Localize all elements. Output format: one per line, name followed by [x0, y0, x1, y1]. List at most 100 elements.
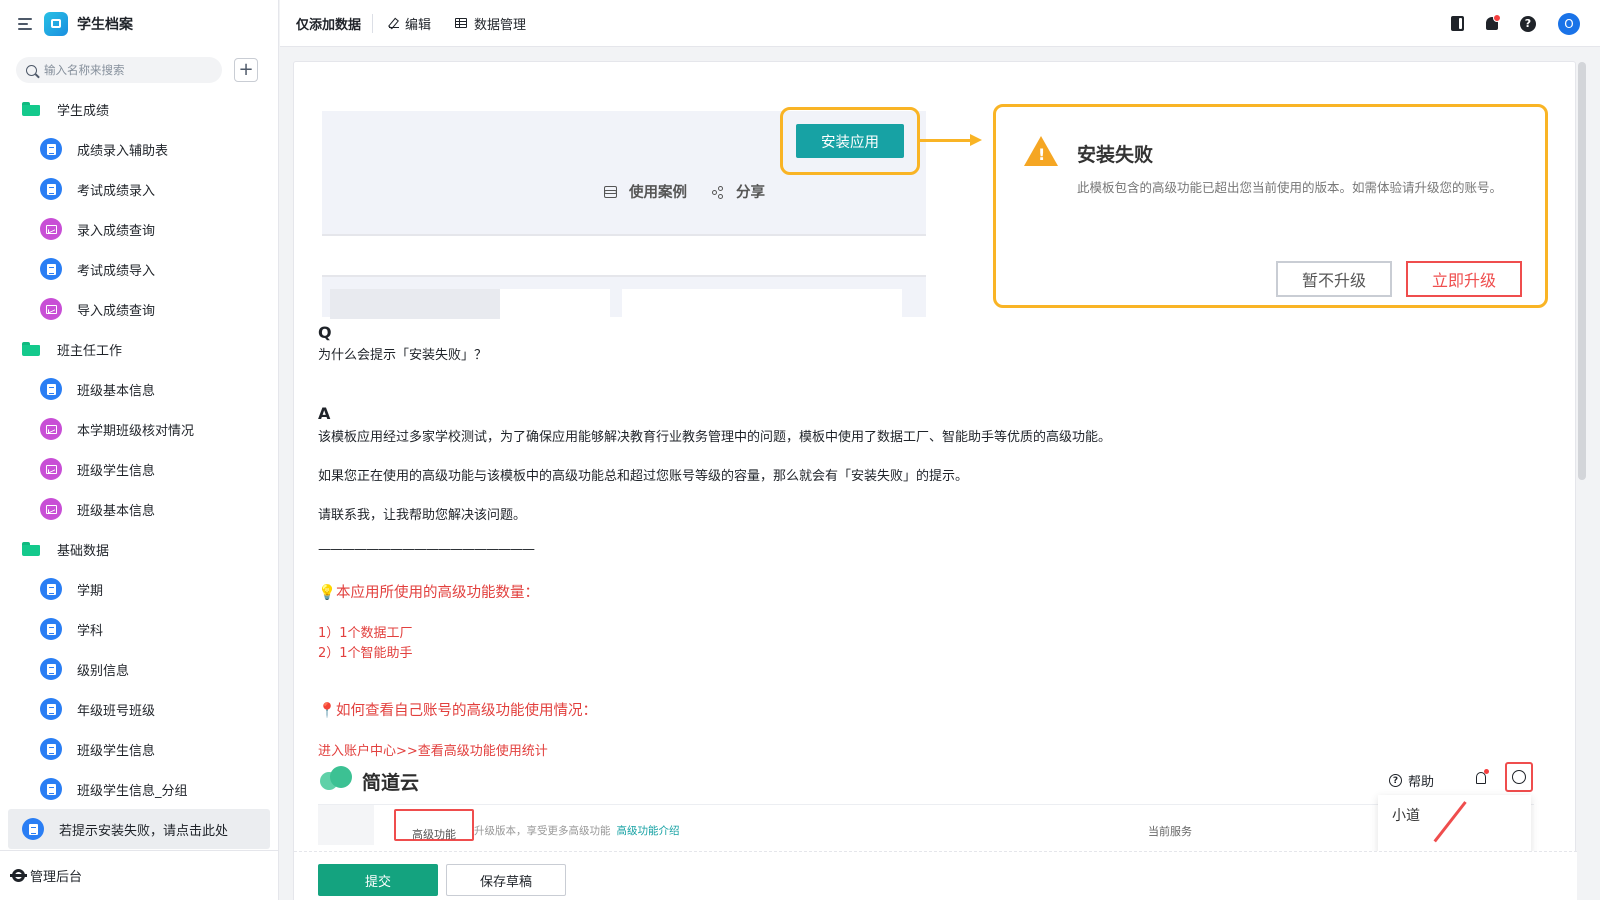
form-icon [40, 738, 62, 760]
sidebar-item[interactable]: 录入成绩查询 [0, 209, 278, 249]
illustration-bell-icon [1476, 769, 1489, 784]
book-icon[interactable] [1451, 16, 1464, 31]
form-icon [22, 818, 44, 840]
table-icon [455, 18, 468, 28]
sidebar-item[interactable]: 班级基本信息 [0, 489, 278, 529]
sidebar-item[interactable]: 学期 [0, 569, 278, 609]
brand-name: 简道云 [362, 772, 420, 794]
answer-paragraph-1: 该模板应用经过多家学校测试，为了确保应用能够解决教育行业教务管理中的问题，模板中… [318, 430, 1112, 445]
sidebar-item[interactable]: 考试成绩录入 [0, 169, 278, 209]
data-manage-label: 数据管理 [474, 17, 527, 33]
sidebar-group[interactable]: 基础数据 [0, 529, 278, 569]
search-icon [26, 64, 37, 76]
sidebar-item[interactable]: 班级学生信息_分组 [0, 769, 278, 809]
report-icon [40, 418, 62, 440]
install-highlight: 安装应用 [780, 107, 920, 175]
data-manage-button[interactable]: 数据管理 [455, 14, 526, 33]
edit-icon [389, 18, 400, 28]
search-input[interactable] [44, 63, 212, 77]
layers-icon [604, 186, 617, 197]
sidebar-item-label: 班主任工作 [57, 343, 123, 359]
form-content-card: 使用案例 分享 安装应用 安装失败 此模板包含的高级功能已超出您当前使用的版本。… [293, 61, 1576, 900]
avatar[interactable]: O [1558, 12, 1580, 35]
sidebar-item-label: 考试成绩录入 [77, 183, 156, 199]
report-icon [40, 218, 62, 240]
illustration-help: ? 帮助 [1389, 771, 1434, 790]
help-label: 帮助 [1408, 775, 1435, 790]
answer-paragraph-3: 请联系我，让我帮助您解决该问题。 [318, 508, 527, 523]
feature-desc-text: 升级版本，享受更多高级功能 [474, 825, 611, 837]
folder-icon [22, 542, 40, 556]
topbar-actions: ? O [1429, 0, 1580, 47]
save-draft-button[interactable]: 保存草稿 [446, 864, 566, 896]
sidebar-list: 学生成绩成绩录入辅助表 考试成绩录入 录入成绩查询 考试成绩导入 导入成绩查询班主任工作… [0, 83, 278, 849]
sidebar-item[interactable]: 导入成绩查询 [0, 289, 278, 329]
report-icon [40, 458, 62, 480]
illustration-upgrade-button: 立即升级 [1406, 261, 1522, 297]
submit-button[interactable]: 提交 [318, 864, 438, 896]
dialog-message: 此模板包含的高级功能已超出您当前使用的版本。如需体验请升级您的账号。 [1077, 180, 1503, 195]
brand-logo-icon [320, 766, 356, 790]
sidebar-item-label: 成绩录入辅助表 [77, 143, 169, 159]
illustration-use-cases: 使用案例 [604, 181, 687, 202]
sidebar-item[interactable]: 学科 [0, 609, 278, 649]
illustration-later-button: 暂不升级 [1276, 261, 1392, 297]
edit-button[interactable]: 编辑 [389, 14, 431, 33]
search-row: + [0, 47, 278, 83]
form-icon [40, 578, 62, 600]
search-box[interactable] [16, 57, 222, 83]
features-heading: 💡本应用所使用的高级功能数量： [318, 585, 540, 601]
sidebar-item-label: 本学期班级核对情况 [77, 423, 195, 439]
app-logo-icon [44, 11, 68, 36]
sidebar-item-label: 学科 [77, 623, 104, 639]
sidebar-item[interactable]: 班级学生信息 [0, 729, 278, 769]
menu-icon[interactable] [18, 17, 32, 30]
answer-paragraph-2: 如果您正在使用的高级功能与该模板中的高级功能总和超过您账号等级的容量，那么就会有… [318, 469, 969, 484]
share-label: 分享 [736, 185, 765, 201]
illustration-install-button: 安装应用 [796, 124, 904, 158]
form-icon [40, 138, 62, 160]
sidebar-item[interactable]: 班级学生信息 [0, 449, 278, 489]
sidebar-item[interactable]: 级别信息 [0, 649, 278, 689]
gear-icon [10, 869, 27, 882]
sidebar-item[interactable]: 若提示安装失败，请点击此处 [8, 809, 270, 849]
sidebar-item-label: 考试成绩导入 [77, 263, 156, 279]
sidebar-item-label: 学期 [77, 583, 104, 599]
sidebar-item[interactable]: 成绩录入辅助表 [0, 129, 278, 169]
form-icon [40, 258, 62, 280]
app-title: 学生档案 [77, 16, 133, 33]
notification-bell-icon[interactable] [1486, 14, 1501, 30]
use-cases-label: 使用案例 [629, 185, 687, 201]
sidebar-item-label: 级别信息 [77, 663, 130, 679]
sidebar: 学生档案 + 学生成绩成绩录入辅助表考试成绩录入录入成绩查询考试成绩导入导入成绩… [0, 0, 279, 900]
form-footer: 提交 保存草稿 [294, 851, 1577, 900]
help-icon[interactable]: ? [1520, 15, 1536, 32]
sidebar-item-label: 导入成绩查询 [77, 303, 156, 319]
sidebar-item[interactable]: 年级班号班级 [0, 689, 278, 729]
illustration-user-popover: 小道 [1378, 795, 1531, 855]
sidebar-group[interactable]: 班主任工作 [0, 329, 278, 369]
howto-path: 进入账户中心>>查看高级功能使用统计 [318, 744, 548, 759]
add-button[interactable]: + [234, 58, 258, 82]
user-name: 小道 [1392, 808, 1420, 824]
illustration-feature-tab: 高级功能 [394, 809, 474, 841]
dialog-title: 安装失败 [1077, 144, 1154, 166]
page-title: 仅添加数据 [296, 13, 374, 33]
sidebar-item-label: 录入成绩查询 [77, 223, 156, 239]
a-letter: A [318, 404, 331, 423]
sidebar-group[interactable]: 学生成绩 [0, 89, 278, 129]
form-icon [40, 658, 62, 680]
sidebar-item-label: 若提示安装失败，请点击此处 [59, 823, 229, 839]
scrollbar[interactable] [1578, 62, 1586, 480]
warning-icon [1024, 136, 1058, 166]
sidebar-item-label: 班级学生信息_分组 [77, 783, 188, 799]
sidebar-item-label: 班级基本信息 [77, 383, 156, 399]
admin-backend-label: 管理后台 [30, 870, 83, 885]
feature-description: 升级版本，享受更多高级功能 高级功能介绍 [474, 823, 680, 838]
form-icon [40, 378, 62, 400]
form-icon [40, 618, 62, 640]
admin-backend-link[interactable]: 管理后台 [0, 850, 278, 900]
sidebar-item[interactable]: 考试成绩导入 [0, 249, 278, 289]
sidebar-item[interactable]: 班级基本信息 [0, 369, 278, 409]
sidebar-item[interactable]: 本学期班级核对情况 [0, 409, 278, 449]
